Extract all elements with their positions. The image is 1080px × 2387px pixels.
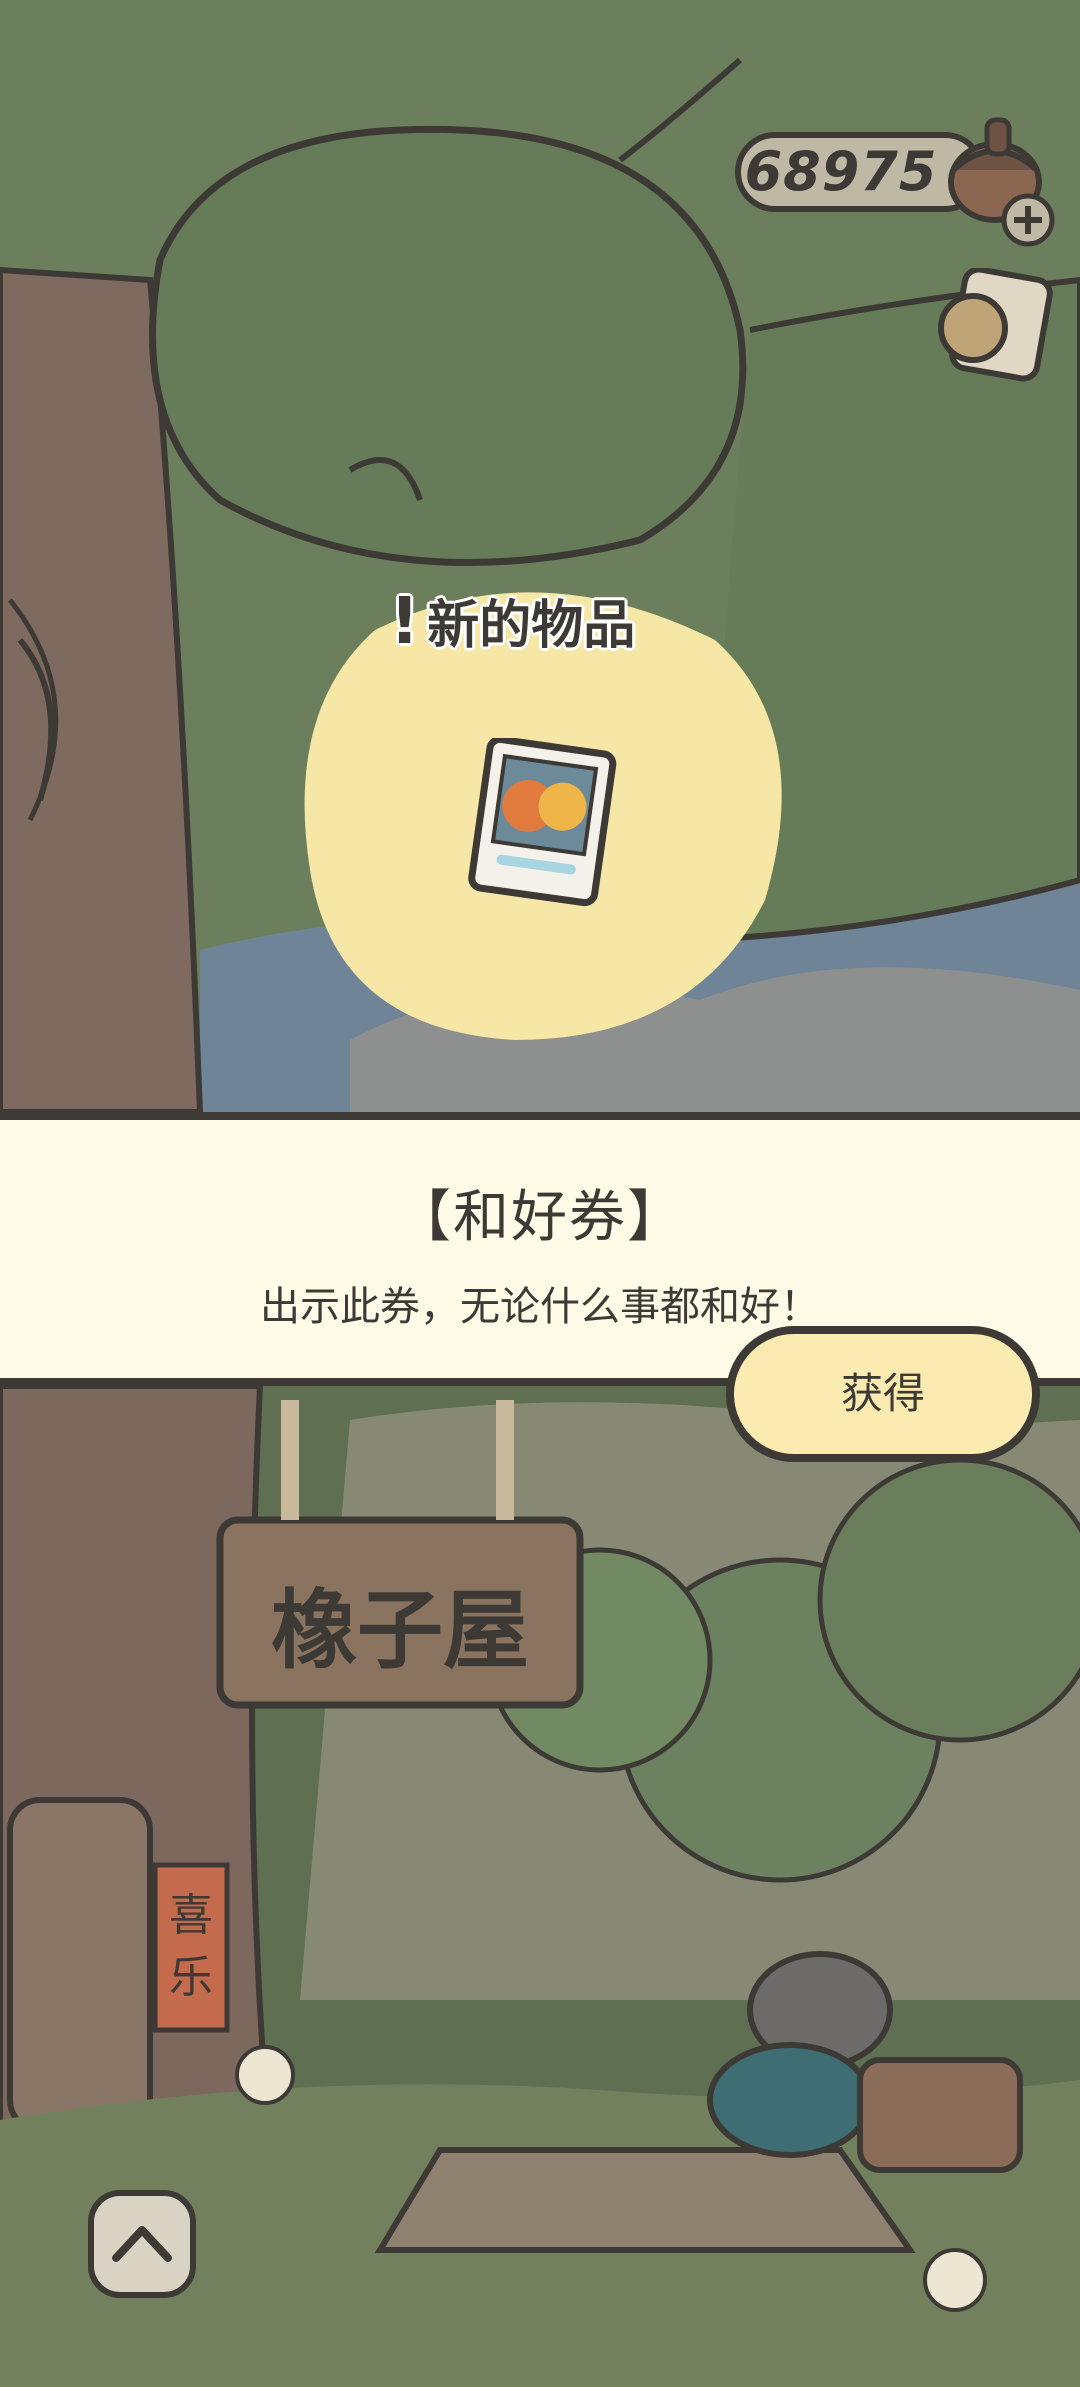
scroll-up-button[interactable] bbox=[88, 2190, 196, 2298]
acorn-count: 68975 bbox=[744, 140, 938, 203]
new-item-heading: ! 新的物品 bbox=[390, 582, 635, 662]
exclamation-icon: ! bbox=[390, 585, 420, 659]
chevron-up-icon bbox=[112, 2226, 172, 2262]
inventory-icon[interactable] bbox=[928, 268, 1058, 388]
good-luck-banner-text: 喜乐 bbox=[169, 1890, 213, 2003]
ticket-icon bbox=[468, 738, 617, 907]
shop-sign-text: 橡子屋 bbox=[271, 1581, 529, 1681]
item-description: 出示此券，无论什么事都和好！ bbox=[260, 1284, 820, 1330]
item-name: 【和好券】 bbox=[395, 1185, 685, 1250]
plus-icon[interactable] bbox=[1000, 192, 1056, 248]
new-item-label: 新的物品 bbox=[427, 596, 636, 656]
obtain-button[interactable]: 获得 bbox=[726, 1326, 1040, 1462]
